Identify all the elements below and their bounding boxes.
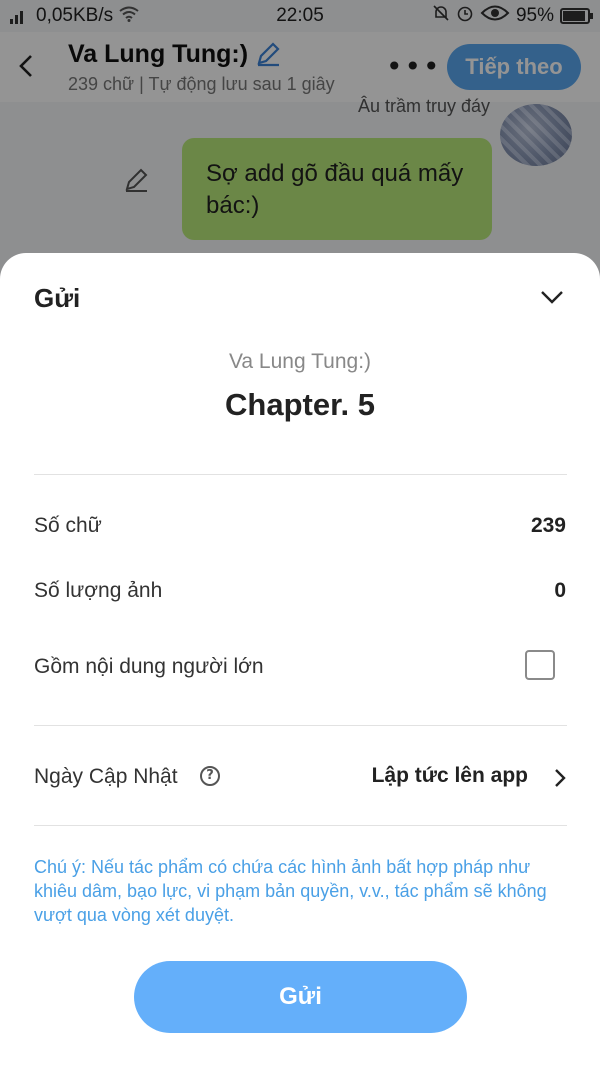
update-date-value[interactable]: Lập tức lên app xyxy=(372,764,528,788)
image-count-value: 0 xyxy=(554,579,566,602)
update-date-label: Ngày Cập Nhật xyxy=(34,765,178,788)
help-icon[interactable]: ? xyxy=(200,766,220,786)
publish-sheet: Gửi Va Lung Tung:) Chapter. 5 Số chữ 239… xyxy=(0,253,600,1067)
story-name: Va Lung Tung:) xyxy=(228,350,372,373)
divider xyxy=(34,474,567,475)
divider xyxy=(34,825,567,826)
word-count-value: 239 xyxy=(530,514,566,537)
adult-content-label: Gồm nội dung người lớn xyxy=(34,655,264,678)
chevron-right-icon[interactable] xyxy=(551,765,569,791)
word-count-label: Số chữ xyxy=(34,514,102,537)
divider xyxy=(34,725,567,726)
notice-text: Chú ý: Nếu tác phẩm có chứa các hình ảnh… xyxy=(34,857,547,925)
chevron-down-icon[interactable] xyxy=(538,283,566,311)
image-count-label: Số lượng ảnh xyxy=(34,579,163,602)
chapter-name: Chapter. 5 xyxy=(225,387,375,422)
submit-button[interactable]: Gửi xyxy=(134,961,467,1033)
adult-content-checkbox[interactable] xyxy=(525,650,555,680)
sheet-title: Gửi xyxy=(34,283,81,313)
